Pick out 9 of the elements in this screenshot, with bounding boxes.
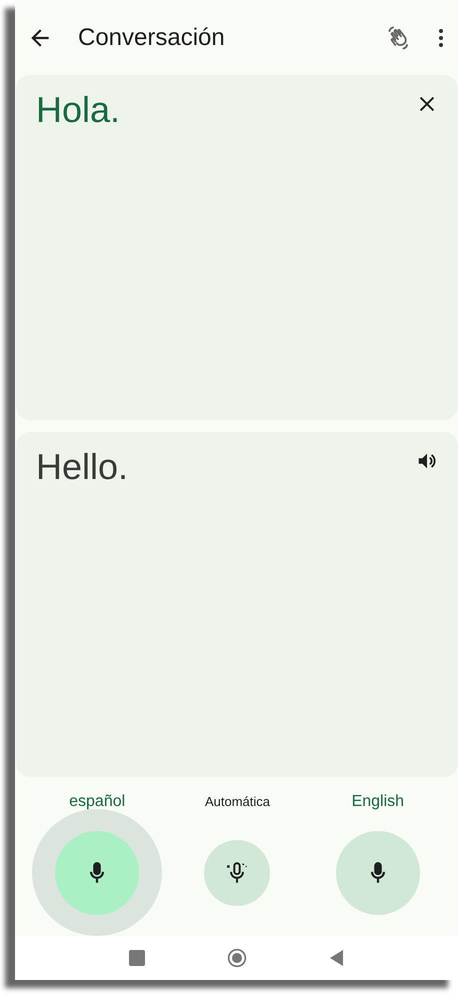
language-label: English xyxy=(352,792,404,812)
recents-icon[interactable] xyxy=(126,948,146,968)
language-label: Automática xyxy=(204,793,270,811)
home-icon[interactable] xyxy=(226,948,246,968)
translated-text: Hello. xyxy=(36,446,128,488)
more-options-icon[interactable] xyxy=(438,28,444,48)
source-text: Hola. xyxy=(36,89,120,131)
screen-title: Conversación xyxy=(78,24,226,52)
language-label: español xyxy=(69,792,126,812)
